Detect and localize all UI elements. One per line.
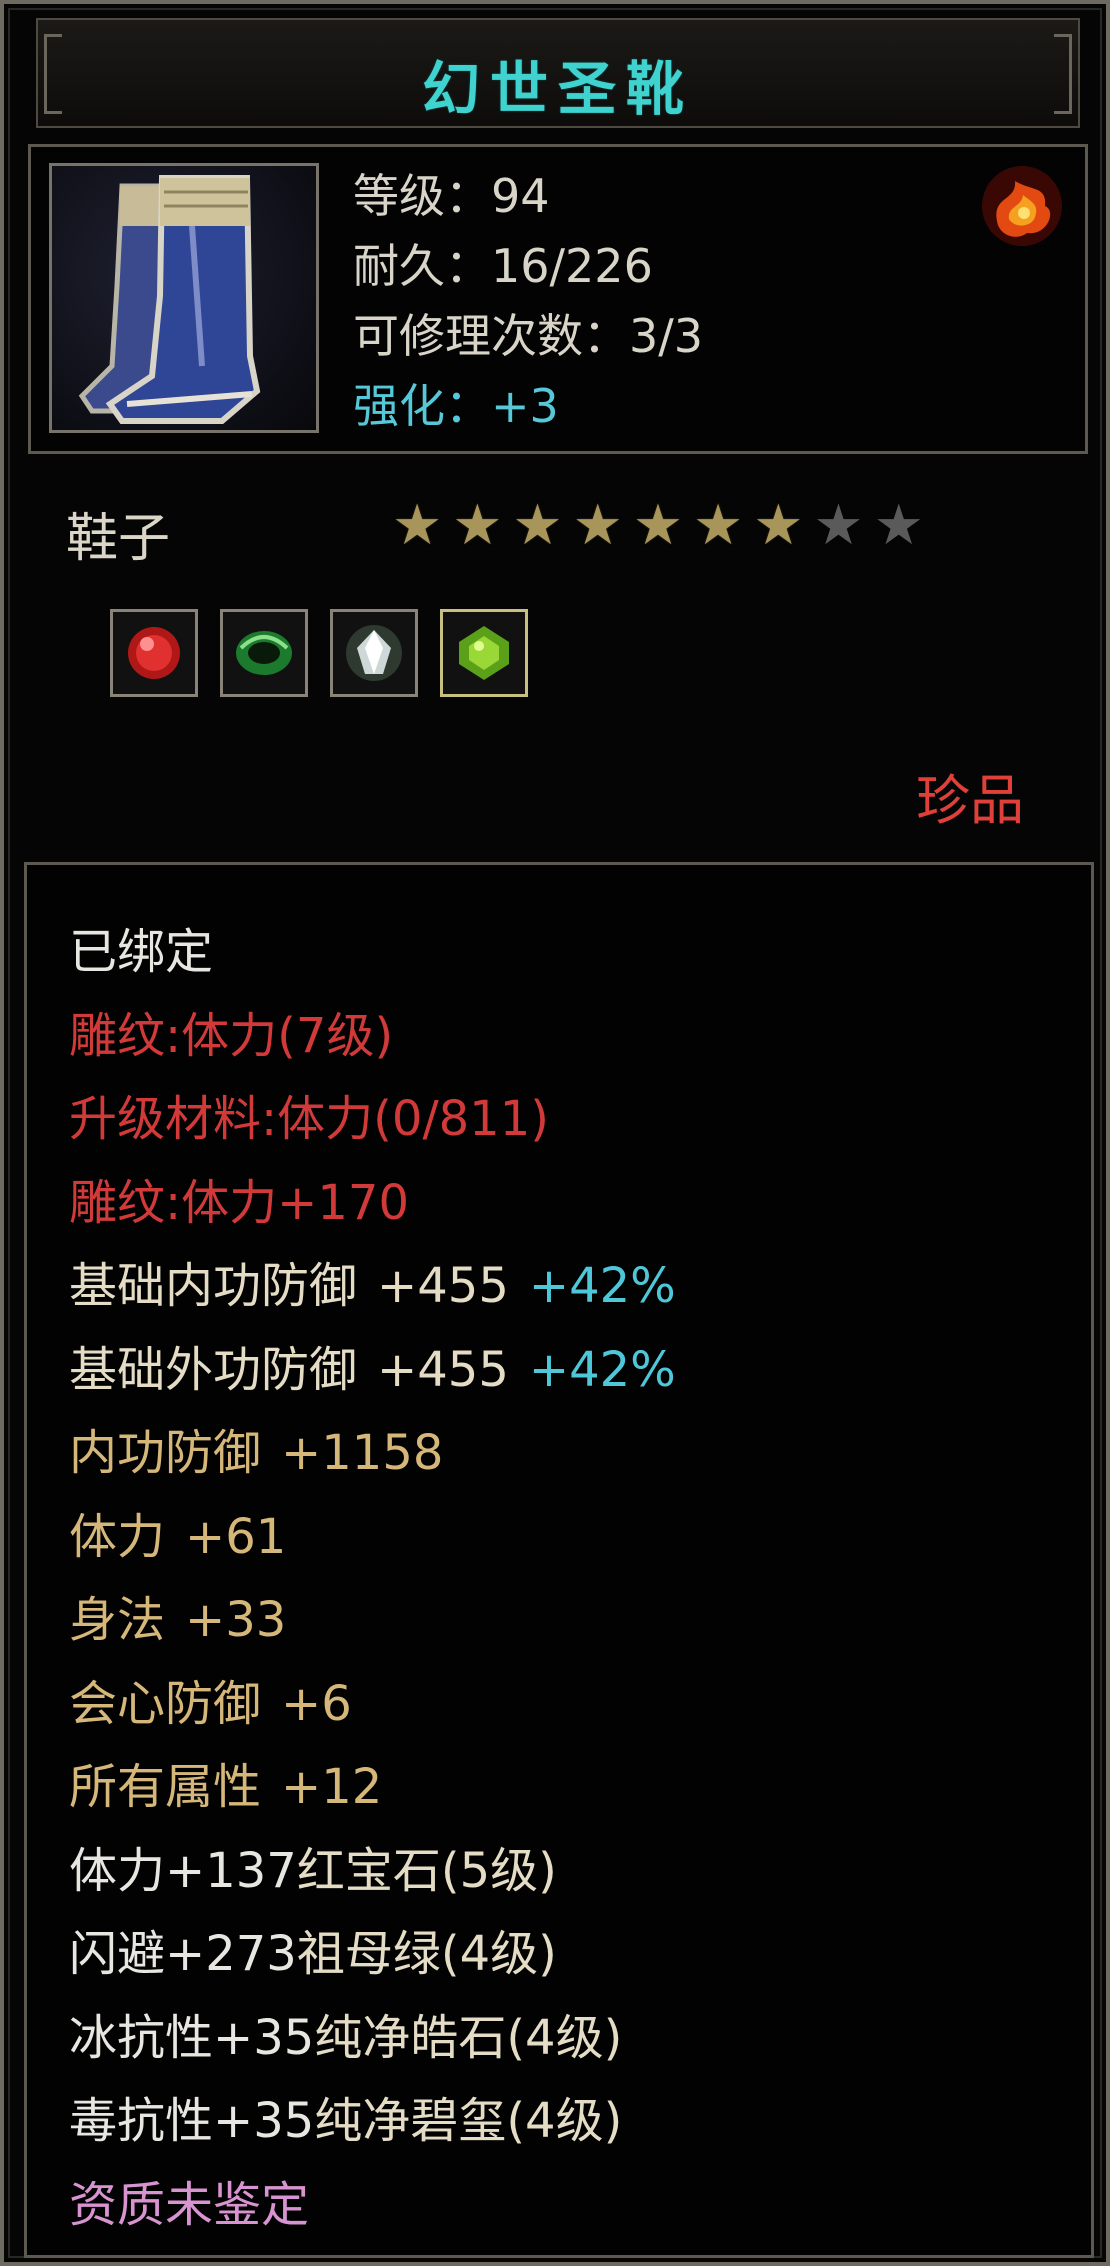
gem-stat: 毒抗性+35 [69, 2093, 315, 2149]
durability-stat: 耐久：16/226 [353, 239, 653, 293]
level-stat: 等级：94 [353, 169, 550, 223]
gem-name: 纯净碧玺(4级) [314, 2093, 623, 2149]
star-filled-icon: ★ [512, 493, 563, 558]
star-empty-icon: ★ [873, 493, 924, 558]
attr-value: +12 [281, 1759, 383, 1815]
green-gem-icon [459, 626, 509, 680]
base-outer-defense: 基础外功防御 +455 +42% [69, 1329, 676, 1413]
green-jade-icon [236, 631, 292, 675]
gem-name: 红宝石(5级) [296, 1842, 557, 1899]
star-filled-icon: ★ [572, 493, 623, 558]
red-gem-icon [128, 627, 180, 679]
gem-bonus-2: 闪避+273祖母绿(4级) [69, 1913, 676, 1997]
star-filled-icon: ★ [392, 493, 443, 558]
header-panel: 等级：94 耐久：16/226 可修理次数：3/3 强化：+3 [28, 144, 1088, 454]
stamina: 体力 +61 [69, 1496, 676, 1580]
aptitude-status: 资质未鉴定 [69, 2176, 310, 2233]
gem-bonus-3: 冰抗性+35纯净皓石(4级) [69, 1997, 676, 2081]
star-filled-icon: ★ [632, 493, 684, 558]
boots-icon [78, 175, 261, 424]
engrave-bonus: 雕纹:体力+170 [69, 1174, 410, 1231]
bound-status: 已绑定 [69, 924, 214, 980]
white-crystal-icon [346, 625, 402, 681]
gem-bonus-1: 体力+137红宝石(5级) [69, 1830, 676, 1914]
attr-value: +455 [377, 1258, 509, 1314]
inner-defense: 内功防御 +1158 [69, 1412, 676, 1496]
gem-stat: 冰抗性+35 [69, 2009, 315, 2066]
enhance-stat: 强化：+3 [353, 379, 559, 433]
crit-defense: 会心防御 +6 [69, 1663, 676, 1747]
star-filled-icon: ★ [753, 493, 804, 558]
basic-stats: 等级：94 耐久：16/226 可修理次数：3/3 强化：+3 [353, 161, 703, 441]
attr-value: +455 [377, 1341, 509, 1398]
repair-count-stat: 可修理次数：3/3 [353, 309, 704, 363]
attr-name: 会心防御 [69, 1675, 262, 1732]
fire-element-icon [982, 166, 1062, 246]
rarity-label: 珍品 [916, 769, 1024, 832]
attr-name: 基础外功防御 [69, 1341, 358, 1398]
engrave-level: 雕纹:体力(7级) [69, 1007, 394, 1064]
attr-name: 内功防御 [69, 1425, 262, 1481]
attr-value: +61 [185, 1508, 287, 1565]
star-rating: ★ ★ ★ ★ ★ ★ ★ ★ ★ [392, 496, 924, 556]
attr-value: +1158 [281, 1425, 444, 1481]
title-bar: 幻世圣靴 [36, 18, 1080, 128]
gem-socket-3[interactable] [330, 609, 418, 697]
gem-name: 祖母绿(4级) [296, 1926, 557, 1982]
attr-percent: +42% [528, 1341, 676, 1398]
attr-percent: +42% [528, 1258, 676, 1314]
attr-name: 所有属性 [69, 1759, 262, 1815]
gem-socket-2[interactable] [220, 609, 308, 697]
star-filled-icon: ★ [693, 493, 744, 558]
base-inner-defense: 基础内功防御 +455 +42% [69, 1245, 676, 1329]
attributes-panel: 已绑定 雕纹:体力(7级) 升级材料:体力(0/811) 雕纹:体力+170 基… [24, 862, 1094, 2258]
item-icon-slot[interactable] [49, 163, 319, 433]
gem-name: 纯净皓石(4级) [314, 2009, 623, 2066]
attr-value: +6 [281, 1675, 352, 1732]
item-type: 鞋子 [66, 509, 171, 569]
gem-socket-4[interactable] [440, 609, 528, 697]
gem-sockets [110, 609, 528, 697]
all-attributes: 所有属性 +12 [69, 1746, 676, 1830]
star-empty-icon: ★ [813, 493, 864, 558]
attributes-list: 已绑定 雕纹:体力(7级) 升级材料:体力(0/811) 雕纹:体力+170 基… [69, 911, 676, 2247]
attr-value: +33 [185, 1592, 287, 1648]
gem-stat: 闪避+273 [69, 1926, 297, 1982]
gem-socket-1[interactable] [110, 609, 198, 697]
agility: 身法 +33 [69, 1579, 676, 1663]
item-title: 幻世圣靴 [421, 55, 694, 123]
item-tooltip: 幻世圣靴 等级：94 耐久：16/226 可修理次数：3/3 强化：+3 鞋子 … [0, 0, 1110, 2266]
gem-stat: 体力+137 [69, 1842, 297, 1899]
attr-name: 基础内功防御 [69, 1258, 358, 1314]
attr-name: 体力 [69, 1508, 166, 1565]
star-filled-icon: ★ [452, 493, 503, 558]
upgrade-material: 升级材料:体力(0/811) [69, 1091, 549, 1147]
attr-name: 身法 [69, 1592, 166, 1648]
gem-bonus-4: 毒抗性+35纯净碧玺(4级) [69, 2080, 676, 2164]
